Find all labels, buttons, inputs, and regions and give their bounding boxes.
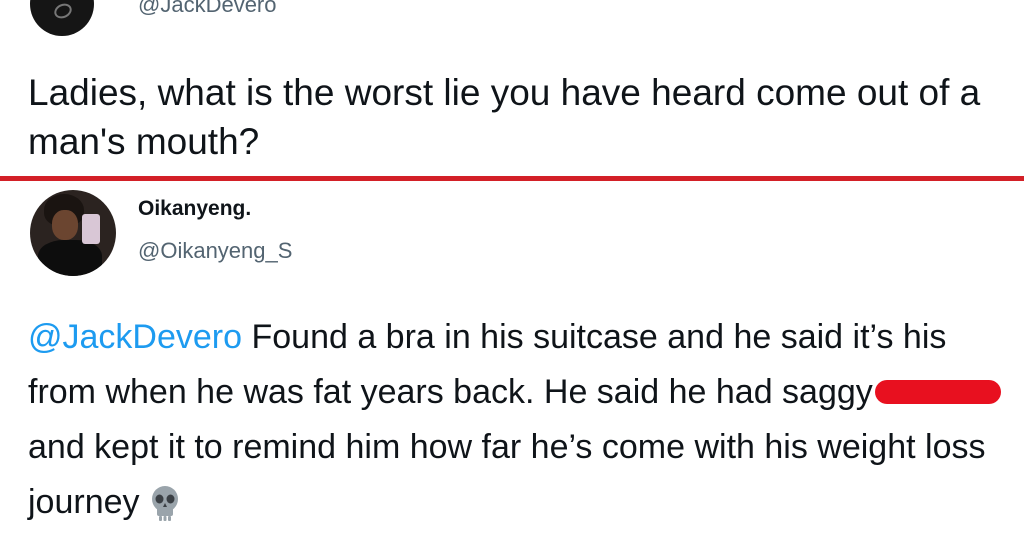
mention-link[interactable]: @JackDevero: [28, 318, 242, 356]
reply-tweet-display-name[interactable]: Oikanyeng.: [138, 196, 251, 222]
original-tweet-avatar[interactable]: [30, 0, 94, 36]
redaction-mark: [874, 380, 1001, 405]
original-tweet-text: Ladies, what is the worst lie you have h…: [28, 72, 981, 162]
reply-tweet-text: @JackDevero Found a bra in his suitcase …: [28, 310, 1003, 530]
reply-tweet-handle[interactable]: @Oikanyeng_S: [138, 238, 292, 264]
red-divider: [0, 176, 1024, 181]
reply-tweet-avatar[interactable]: [30, 190, 116, 276]
skull-icon: [151, 486, 178, 522]
avatar-graphic: [51, 0, 75, 22]
original-tweet-handle[interactable]: @JackDevero: [138, 0, 277, 18]
